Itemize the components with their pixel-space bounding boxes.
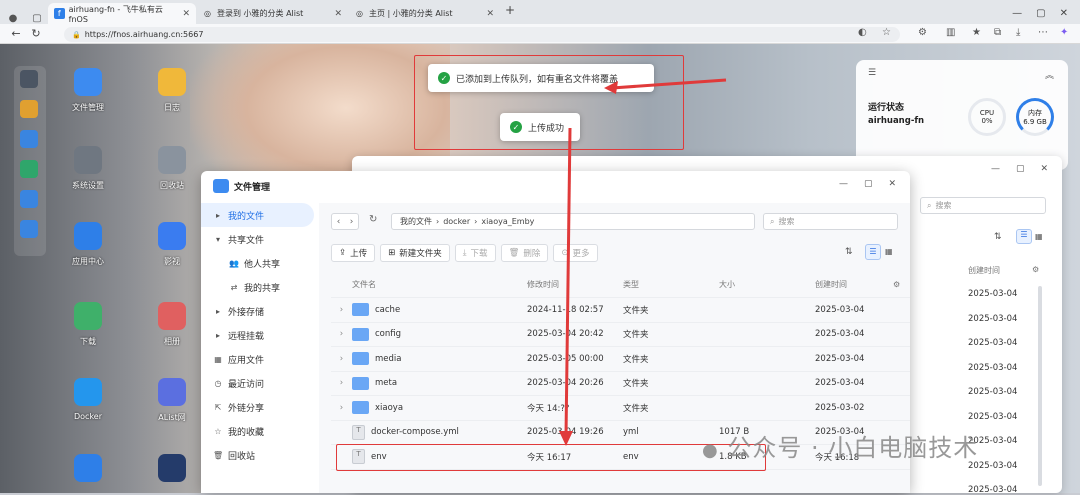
annotation-arrow: [564, 127, 572, 437]
arrowhead-icon: [559, 431, 573, 446]
watermark-text: 公众号 · 小白电脑技术: [727, 434, 979, 462]
annotation-arrow: [611, 78, 727, 90]
arrowhead-icon: [604, 81, 618, 94]
wechat-icon: ●: [702, 440, 719, 461]
annotation-arrows: [559, 78, 727, 446]
watermark: ● 公众号 · 小白电脑技术: [702, 428, 978, 463]
